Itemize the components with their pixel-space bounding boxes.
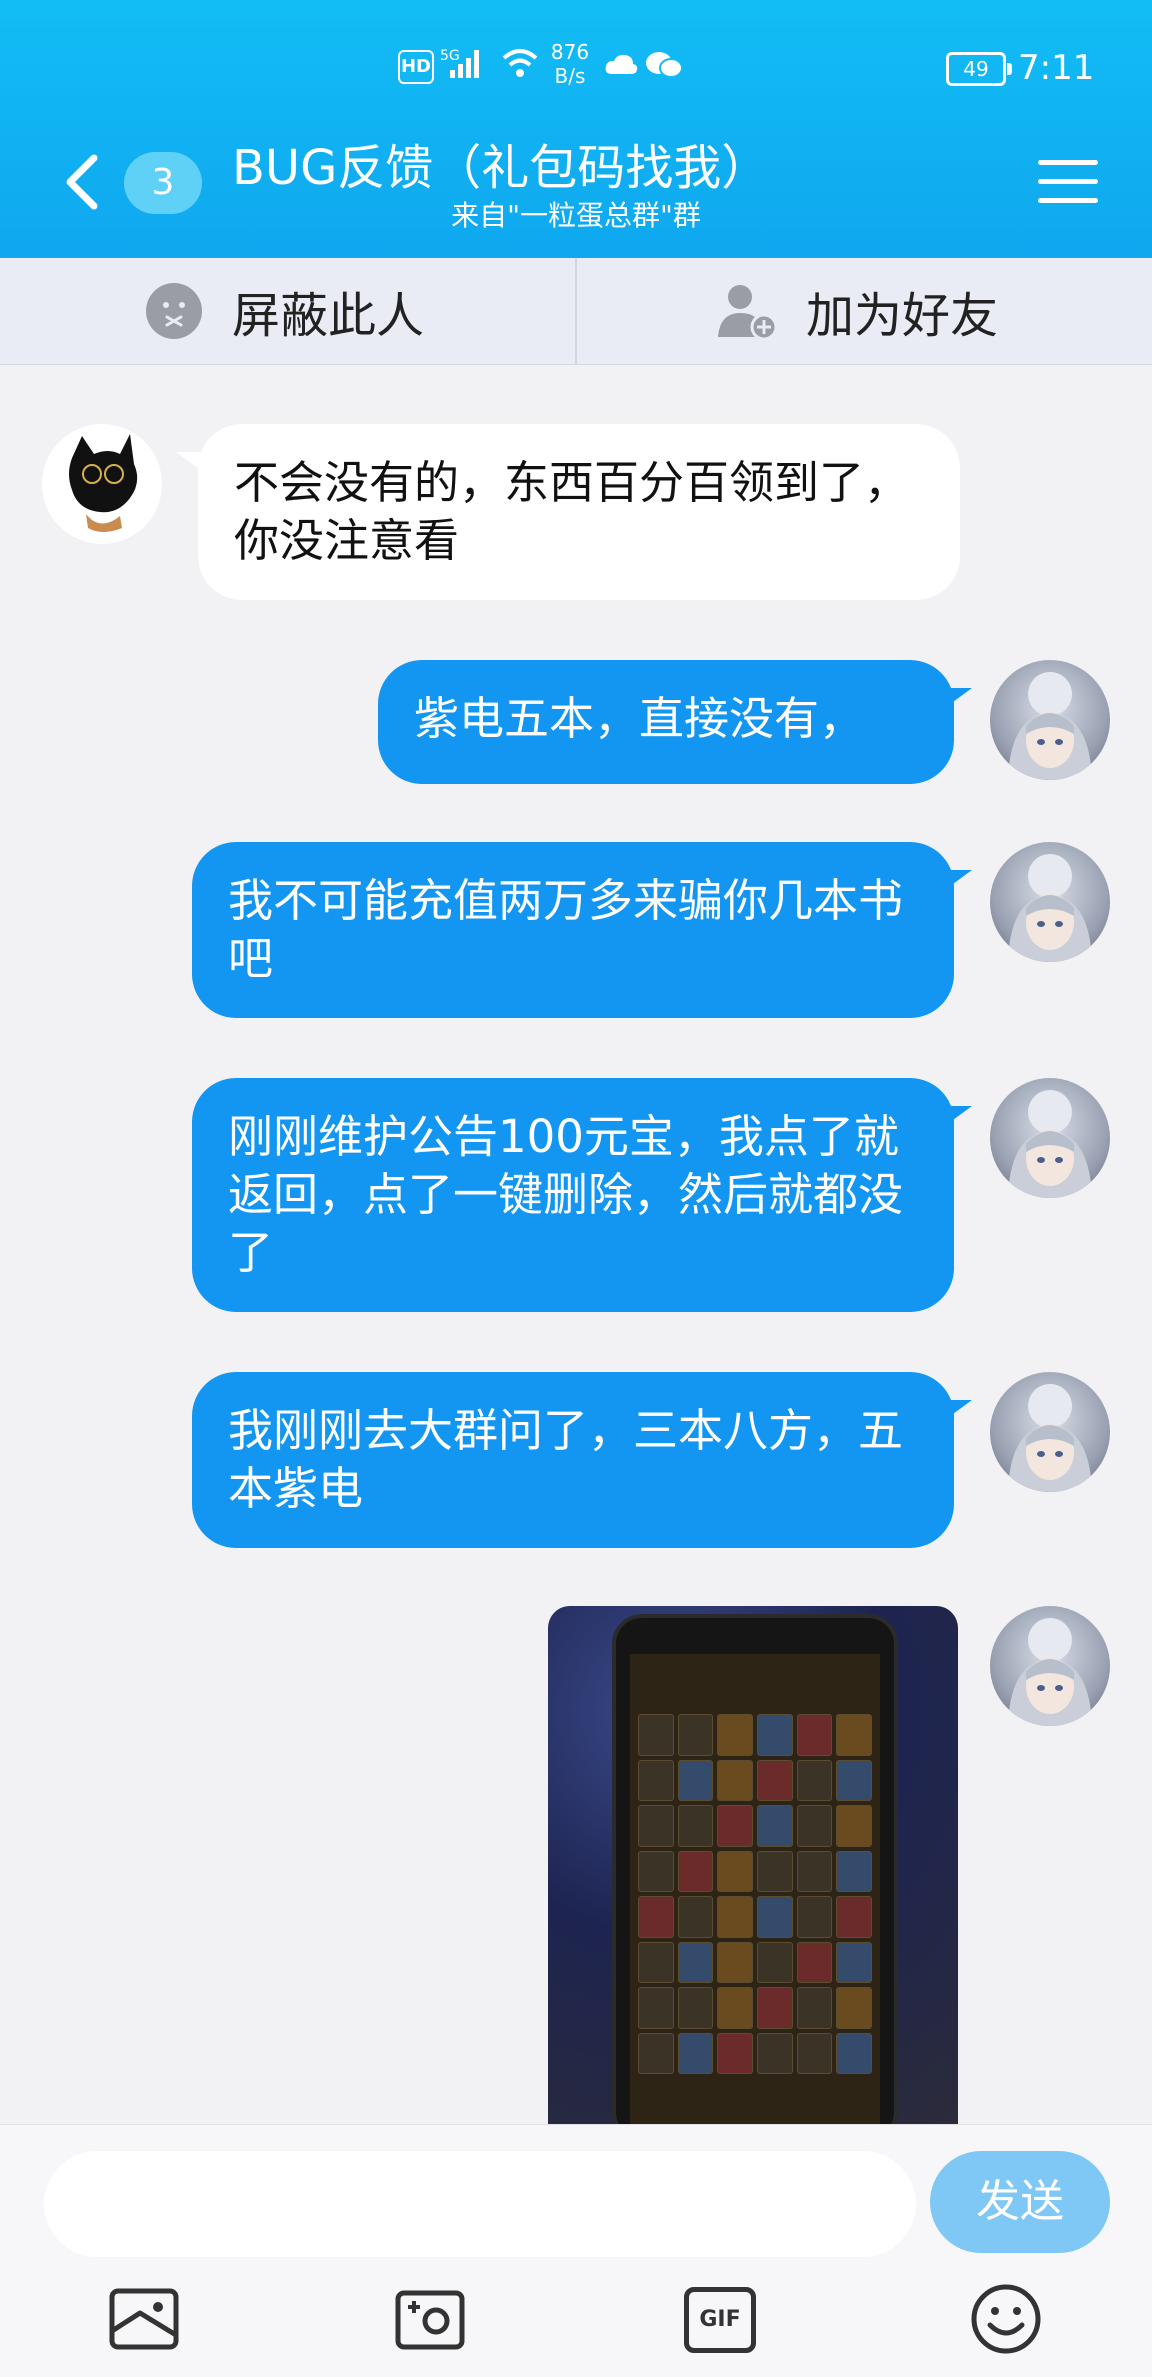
stranger-action-bar: 屏蔽此人 加为好友 (0, 258, 1152, 365)
message-bubble-outgoing[interactable]: 紫电五本，直接没有， (378, 660, 954, 784)
add-friend-label: 加为好友 (806, 288, 999, 344)
self-avatar[interactable] (990, 842, 1110, 962)
self-avatar[interactable] (990, 660, 1110, 780)
message-bubble-outgoing[interactable]: 刚刚维护公告100元宝，我点了就返回，点了一键删除，然后就都没了 (192, 1078, 954, 1312)
add-friend-button[interactable]: 加为好友 (716, 258, 998, 364)
svg-text:5G: 5G (440, 48, 460, 64)
clock: 7:11 (1018, 48, 1095, 88)
chat-subtitle: 来自"一粒蛋总群"群 (451, 199, 701, 232)
wifi-icon (502, 49, 538, 77)
block-user-label: 屏蔽此人 (232, 288, 425, 344)
self-avatar[interactable] (990, 1078, 1110, 1198)
bubble-tail (942, 1400, 972, 1422)
block-user-button[interactable]: 屏蔽此人 (146, 258, 424, 364)
add-friend-icon (718, 285, 778, 341)
chat-header: HD 5G 876 B/s 49 7:11 3 BUG反馈（礼包码找我） 来自"… (0, 0, 1152, 258)
block-icon (146, 283, 202, 339)
send-button[interactable]: 发送 (930, 2151, 1110, 2253)
hd-icon: HD (398, 50, 434, 84)
message-input[interactable] (44, 2151, 916, 2257)
message-bubble-incoming[interactable]: 不会没有的，东西百分百领到了，你没注意看 (198, 424, 960, 600)
signal-icon: 5G (440, 48, 479, 78)
message-bubble-outgoing[interactable]: 我刚刚去大群问了，三本八方，五本紫电 (192, 1372, 954, 1548)
image-picker-icon[interactable] (104, 2279, 184, 2359)
self-avatar[interactable] (990, 1372, 1110, 1492)
cloud-icon (605, 54, 638, 74)
camera-icon[interactable] (390, 2279, 470, 2359)
chat-title: BUG反馈（礼包码找我） (232, 140, 770, 196)
image-message[interactable] (548, 1606, 958, 2126)
menu-icon[interactable] (1038, 160, 1098, 208)
self-avatar[interactable] (990, 1606, 1110, 1726)
photo-phone (612, 1614, 898, 2126)
divider (575, 258, 577, 364)
emoji-icon[interactable] (966, 2279, 1046, 2359)
bubble-tail (942, 688, 972, 710)
gif-button[interactable]: GIF (680, 2279, 760, 2359)
message-bubble-outgoing[interactable]: 我不可能充值两万多来骗你几本书吧 (192, 842, 954, 1018)
net-speed: 876 B/s (550, 40, 590, 88)
wechat-icon (646, 52, 683, 78)
photo-game-inventory (630, 1654, 880, 2124)
sender-avatar[interactable] (42, 424, 162, 544)
bubble-tail (942, 870, 972, 892)
bubble-tail (942, 1106, 972, 1128)
gif-icon: GIF (684, 2287, 756, 2353)
battery-indicator: 49 (946, 52, 1012, 86)
message-composer: 发送 GIF (0, 2124, 1152, 2377)
